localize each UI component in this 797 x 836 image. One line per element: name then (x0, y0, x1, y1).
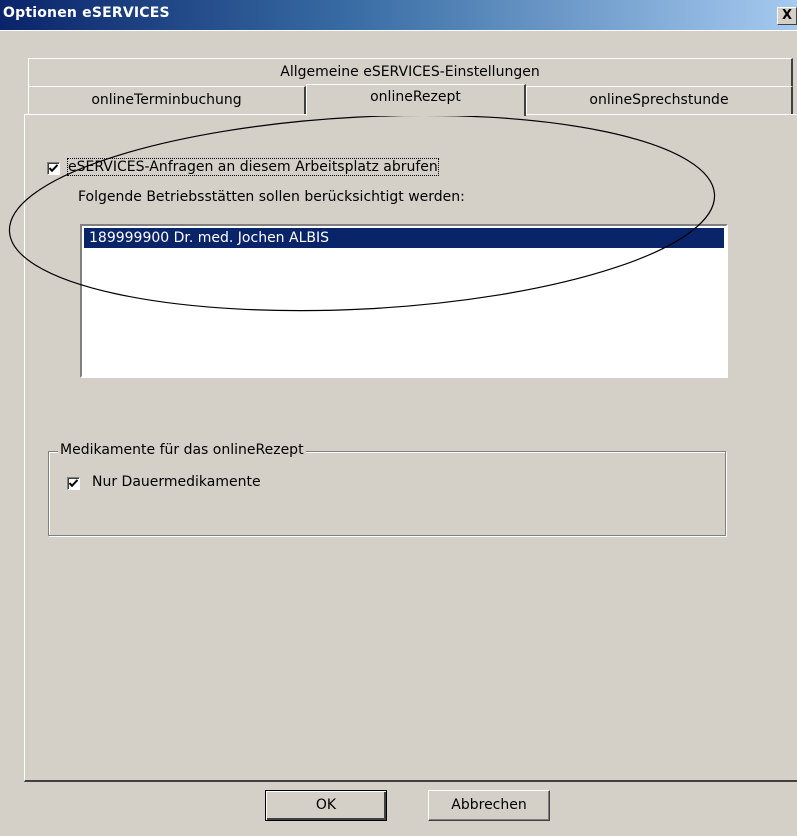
window-title: Optionen eSERVICES (3, 5, 170, 21)
tab-online-terminbuchung[interactable]: onlineTerminbuchung (28, 86, 306, 114)
tab-online-sprechstunde[interactable]: onlineSprechstunde (526, 86, 793, 114)
close-button[interactable]: X (777, 7, 797, 25)
list-item[interactable]: 189999900 Dr. med. Jochen ALBIS (84, 228, 724, 248)
cancel-button[interactable]: Abbrechen (428, 790, 550, 821)
long-term-meds-label[interactable]: Nur Dauermedikamente (92, 474, 261, 490)
sites-listbox[interactable]: 189999900 Dr. med. Jochen ALBIS (80, 224, 728, 378)
ok-button[interactable]: OK (265, 790, 387, 821)
tab-allgemeine-einstellungen[interactable]: Allgemeine eSERVICES-Einstellungen (28, 58, 793, 86)
checkmark-icon (49, 164, 58, 173)
frame-divider (0, 30, 797, 31)
medication-group-title: Medikamente für das onlineRezept (58, 442, 306, 458)
medication-groupbox (48, 451, 726, 536)
sites-label: Folgende Betriebsstätten sollen berücksi… (78, 189, 465, 205)
fetch-requests-checkbox[interactable] (47, 162, 60, 175)
fetch-requests-label[interactable]: eSERVICES-Anfragen an diesem Arbeitsplat… (67, 158, 439, 176)
title-bar: Optionen eSERVICES (0, 0, 797, 30)
tab-online-rezept[interactable]: onlineRezept (306, 84, 526, 116)
checkmark-icon (69, 479, 78, 488)
long-term-meds-checkbox[interactable] (67, 477, 80, 490)
